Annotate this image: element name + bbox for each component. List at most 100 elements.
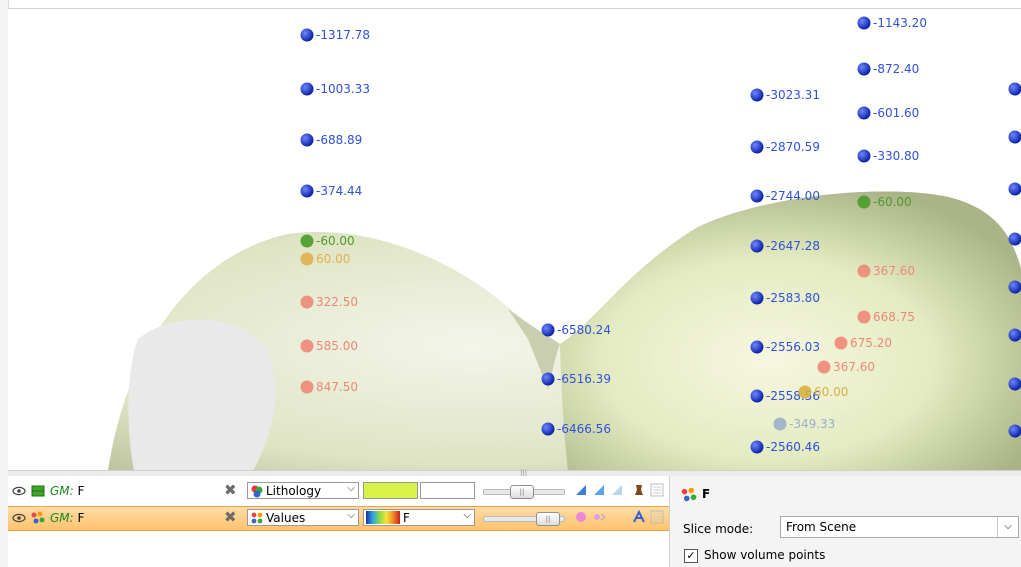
well-point-label: 367.60 <box>873 264 915 278</box>
well-point-marker[interactable] <box>1008 182 1021 196</box>
well-point-marker[interactable] <box>798 385 812 399</box>
well-point-marker[interactable] <box>300 295 314 309</box>
text-label-icon[interactable] <box>632 510 646 524</box>
secondary-color-swatch[interactable] <box>420 482 475 499</box>
point-style-icon[interactable] <box>592 510 606 524</box>
well-point-marker[interactable] <box>857 62 871 76</box>
well-point-marker[interactable] <box>300 82 314 96</box>
well-point-label: -688.89 <box>316 133 362 147</box>
well-point-label: -1003.33 <box>316 82 370 96</box>
well-point-marker[interactable] <box>1008 377 1021 391</box>
chevron-down-icon: ⌵ <box>347 510 355 521</box>
well-point-label: -2647.28 <box>766 239 820 253</box>
well-point-marker[interactable] <box>857 264 871 278</box>
colormap-dropdown[interactable]: F ⌵ <box>363 509 475 526</box>
well-point-marker[interactable] <box>1008 232 1021 246</box>
well-point-marker[interactable] <box>857 16 871 30</box>
well-point-marker[interactable] <box>750 389 764 403</box>
settings-list-icon[interactable] <box>650 510 664 524</box>
well-point-marker[interactable] <box>857 106 871 120</box>
opacity-slider[interactable]: || <box>483 512 565 526</box>
filter-icon[interactable] <box>574 483 588 497</box>
well-point-label: -2558.56 <box>766 389 820 403</box>
well-point-marker[interactable] <box>541 372 555 386</box>
color-swatch[interactable] <box>363 482 418 499</box>
well-point-marker[interactable] <box>750 291 764 305</box>
chevron-down-icon: ⌵ <box>347 483 355 494</box>
well-point-label: -2560.46 <box>766 440 820 454</box>
well-point-marker[interactable] <box>750 189 764 203</box>
filter-range-icon[interactable] <box>592 483 606 497</box>
well-point-marker[interactable] <box>1008 130 1021 144</box>
points-property-icon <box>681 487 697 502</box>
settings-list-icon[interactable] <box>650 483 664 497</box>
well-point-marker[interactable] <box>857 149 871 163</box>
well-point-label: -349.33 <box>789 417 835 431</box>
opacity-slider[interactable]: || <box>483 485 565 499</box>
point-size-icon[interactable] <box>574 510 588 524</box>
well-point-marker[interactable] <box>1008 82 1021 96</box>
well-point-marker[interactable] <box>300 380 314 394</box>
well-point-marker[interactable] <box>300 133 314 147</box>
well-point-marker[interactable] <box>834 336 848 350</box>
slice-mode-label: Slice mode: <box>683 522 754 536</box>
layer-row-lithology[interactable]: GM: F ✖ Lithology ⌵ || <box>8 480 669 503</box>
well-point-label: -2744.00 <box>766 189 820 203</box>
slider-thumb[interactable]: || <box>510 485 534 499</box>
well-point-marker[interactable] <box>750 239 764 253</box>
well-point-marker[interactable] <box>1008 280 1021 294</box>
well-point-marker[interactable] <box>541 323 555 337</box>
slice-mode-dropdown[interactable]: From Scene ⌵ <box>780 516 1019 538</box>
well-point-label: -2583.80 <box>766 291 820 305</box>
well-point-label: 668.75 <box>873 310 915 324</box>
well-point-marker[interactable] <box>1008 424 1021 438</box>
property-dropdown[interactable]: Lithology ⌵ <box>247 482 359 499</box>
paint-icon[interactable] <box>632 483 646 497</box>
well-point-label: -6516.39 <box>557 372 611 386</box>
well-point-marker[interactable] <box>300 234 314 248</box>
well-point-marker[interactable] <box>750 88 764 102</box>
well-point-label: -60.00 <box>873 195 912 209</box>
chevron-down-icon: ⌵ <box>463 510 471 521</box>
layer-prefix: GM: <box>50 484 74 498</box>
well-point-marker[interactable] <box>300 28 314 42</box>
visibility-eye-icon[interactable] <box>12 511 26 525</box>
3d-viewport[interactable]: -1317.78 -1003.33 -688.89 -374.44 -60.00 60.0… <box>8 8 1021 471</box>
chevron-down-icon: ⌵ <box>997 517 1018 537</box>
well-point-marker[interactable] <box>300 252 314 266</box>
remove-icon[interactable]: ✖ <box>224 509 240 525</box>
well-point-label: 847.50 <box>316 380 358 394</box>
well-point-marker[interactable] <box>773 417 787 431</box>
filter-disabled-icon[interactable] <box>610 483 624 497</box>
well-point-marker[interactable] <box>750 140 764 154</box>
well-point-label: 585.00 <box>316 339 358 353</box>
properties-header: F <box>680 486 710 507</box>
remove-icon[interactable]: ✖ <box>224 482 240 498</box>
layer-list: GM: F ✖ Lithology ⌵ || GM: F ✖ Values ⌵ … <box>8 476 670 567</box>
scene-canvas[interactable]: -1317.78 -1003.33 -688.89 -374.44 -60.00 60.0… <box>8 9 1021 471</box>
values-icon <box>251 512 263 524</box>
colormap-label: F <box>403 511 410 525</box>
lithology-icon <box>251 485 263 498</box>
well-point-marker[interactable] <box>817 360 831 374</box>
slider-thumb[interactable]: || <box>536 512 560 526</box>
well-point-marker[interactable] <box>1008 328 1021 342</box>
well-point-marker[interactable] <box>750 440 764 454</box>
well-point-label: 367.60 <box>833 360 875 374</box>
layer-row-values[interactable]: GM: F ✖ Values ⌵ F ⌵ || <box>8 506 669 531</box>
well-point-label: 675.20 <box>850 336 892 350</box>
well-point-label: -6580.24 <box>557 323 611 337</box>
well-point-marker[interactable] <box>541 422 555 436</box>
well-point-label: -2556.03 <box>766 340 820 354</box>
well-point-marker[interactable] <box>857 195 871 209</box>
well-point-label: -3023.31 <box>766 88 820 102</box>
well-point-marker[interactable] <box>300 339 314 353</box>
well-point-marker[interactable] <box>857 310 871 324</box>
show-volume-points-checkbox[interactable]: ✓ <box>684 549 698 563</box>
well-point-label: -374.44 <box>316 184 362 198</box>
well-point-marker[interactable] <box>750 340 764 354</box>
visibility-eye-icon[interactable] <box>12 484 26 498</box>
property-dropdown[interactable]: Values ⌵ <box>247 509 359 526</box>
well-point-label: 322.50 <box>316 295 358 309</box>
well-point-marker[interactable] <box>300 184 314 198</box>
